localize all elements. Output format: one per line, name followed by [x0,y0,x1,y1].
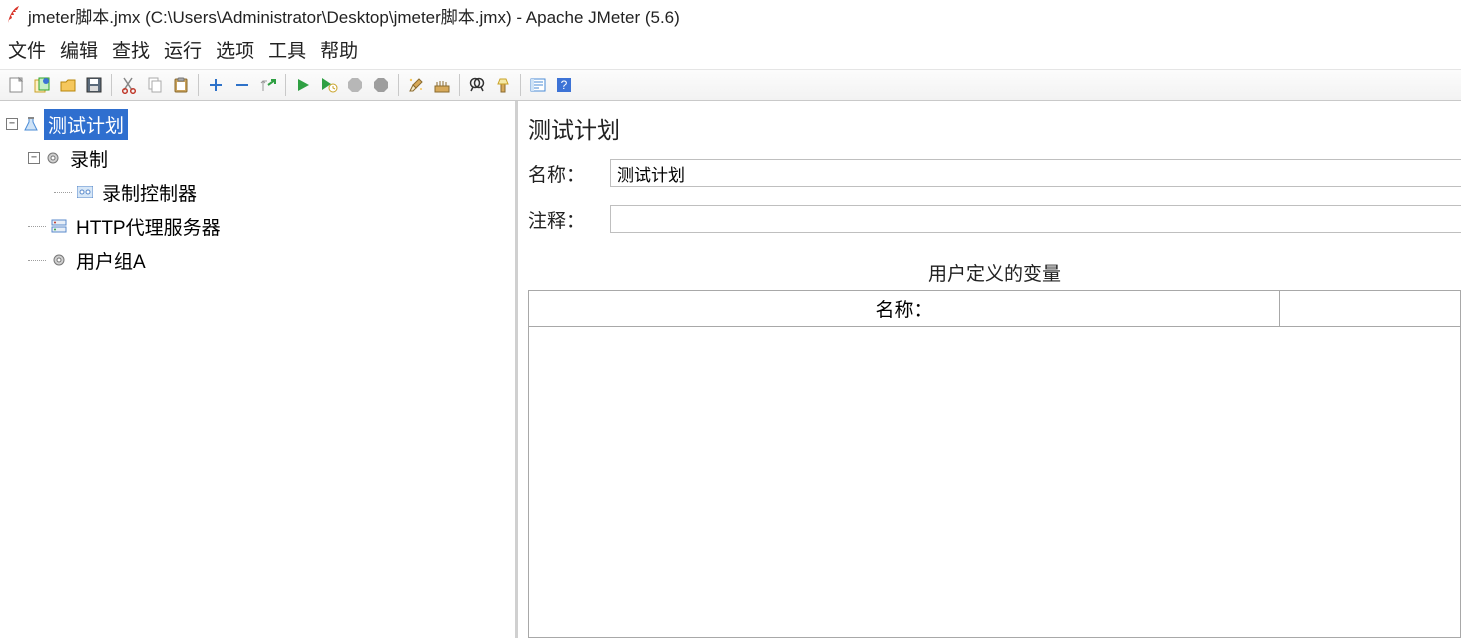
menu-tools[interactable]: 工具 [268,36,306,63]
shutdown-icon[interactable] [369,73,393,97]
toolbar-separator [111,74,112,96]
name-row: 名称： [528,159,1461,187]
toolbar: ? [0,69,1461,101]
window-title: jmeter脚本.jmx (C:\Users\Administrator\Des… [28,3,680,28]
copy-icon[interactable] [143,73,167,97]
tree-label: HTTP代理服务器 [72,211,225,242]
app-feather-icon [6,6,20,24]
name-label: 名称： [528,160,598,187]
help-icon[interactable]: ? [552,73,576,97]
menu-bar: 文件 编辑 查找 运行 选项 工具 帮助 [0,30,1461,69]
tree-connector [28,260,46,261]
tree-label: 录制 [66,143,112,174]
collapse-icon[interactable]: − [6,118,18,130]
tree-node-recording-controller[interactable]: 录制控制器 [52,175,511,209]
search-icon[interactable] [465,73,489,97]
reset-search-icon[interactable] [491,73,515,97]
name-input[interactable] [610,159,1461,187]
new-file-icon[interactable] [4,73,28,97]
gear-icon [50,251,68,269]
table-header: 名称： [529,291,1460,327]
title-bar: jmeter脚本.jmx (C:\Users\Administrator\Des… [0,0,1461,30]
panel-title: 测试计划 [528,111,1461,145]
menu-help[interactable]: 帮助 [320,36,358,63]
cassette-icon [76,183,94,201]
remove-icon[interactable] [230,73,254,97]
tree-node-http-proxy[interactable]: HTTP代理服务器 [26,209,511,243]
menu-run[interactable]: 运行 [164,36,202,63]
paste-icon[interactable] [169,73,193,97]
vars-section-title: 用户定义的变量 [528,259,1461,286]
tree-label: 录制控制器 [98,177,201,208]
properties-panel: 测试计划 名称： 注释： 用户定义的变量 名称： [518,101,1461,638]
menu-options[interactable]: 选项 [216,36,254,63]
toolbar-separator [198,74,199,96]
tree-node-recording[interactable]: − 录制 [26,141,511,175]
tree-connector [54,192,72,193]
open-icon[interactable] [56,73,80,97]
start-no-timers-icon[interactable] [317,73,341,97]
tree-node-test-plan[interactable]: − 测试计划 [4,107,511,141]
stop-icon[interactable] [343,73,367,97]
tree-label: 测试计划 [44,109,128,140]
user-vars-table: 名称： [528,290,1461,638]
menu-edit[interactable]: 编辑 [60,36,98,63]
table-body[interactable] [529,327,1460,637]
content-area: − 测试计划 − 录制 [0,101,1461,638]
save-icon[interactable] [82,73,106,97]
collapse-icon[interactable]: − [28,152,40,164]
tree-label: 用户组A [72,245,150,276]
gear-icon [44,149,62,167]
expand-icon[interactable] [256,73,280,97]
col-value-header[interactable] [1280,291,1460,326]
tree-connector [28,226,46,227]
toolbar-separator [520,74,521,96]
svg-text:?: ? [561,78,568,92]
toolbar-separator [398,74,399,96]
toolbar-separator [459,74,460,96]
comment-row: 注释： [528,205,1461,233]
tree-panel: − 测试计划 − 录制 [0,101,518,638]
templates-icon[interactable] [30,73,54,97]
clear-all-icon[interactable] [430,73,454,97]
tree-node-user-group-a[interactable]: 用户组A [26,243,511,277]
comment-input[interactable] [610,205,1461,233]
menu-search[interactable]: 查找 [112,36,150,63]
server-icon [50,217,68,235]
function-helper-icon[interactable] [526,73,550,97]
start-icon[interactable] [291,73,315,97]
col-name-header[interactable]: 名称： [529,291,1280,326]
clear-icon[interactable] [404,73,428,97]
add-icon[interactable] [204,73,228,97]
flask-icon [22,115,40,133]
comment-label: 注释： [528,206,598,233]
menu-file[interactable]: 文件 [8,36,46,63]
toolbar-separator [285,74,286,96]
cut-icon[interactable] [117,73,141,97]
